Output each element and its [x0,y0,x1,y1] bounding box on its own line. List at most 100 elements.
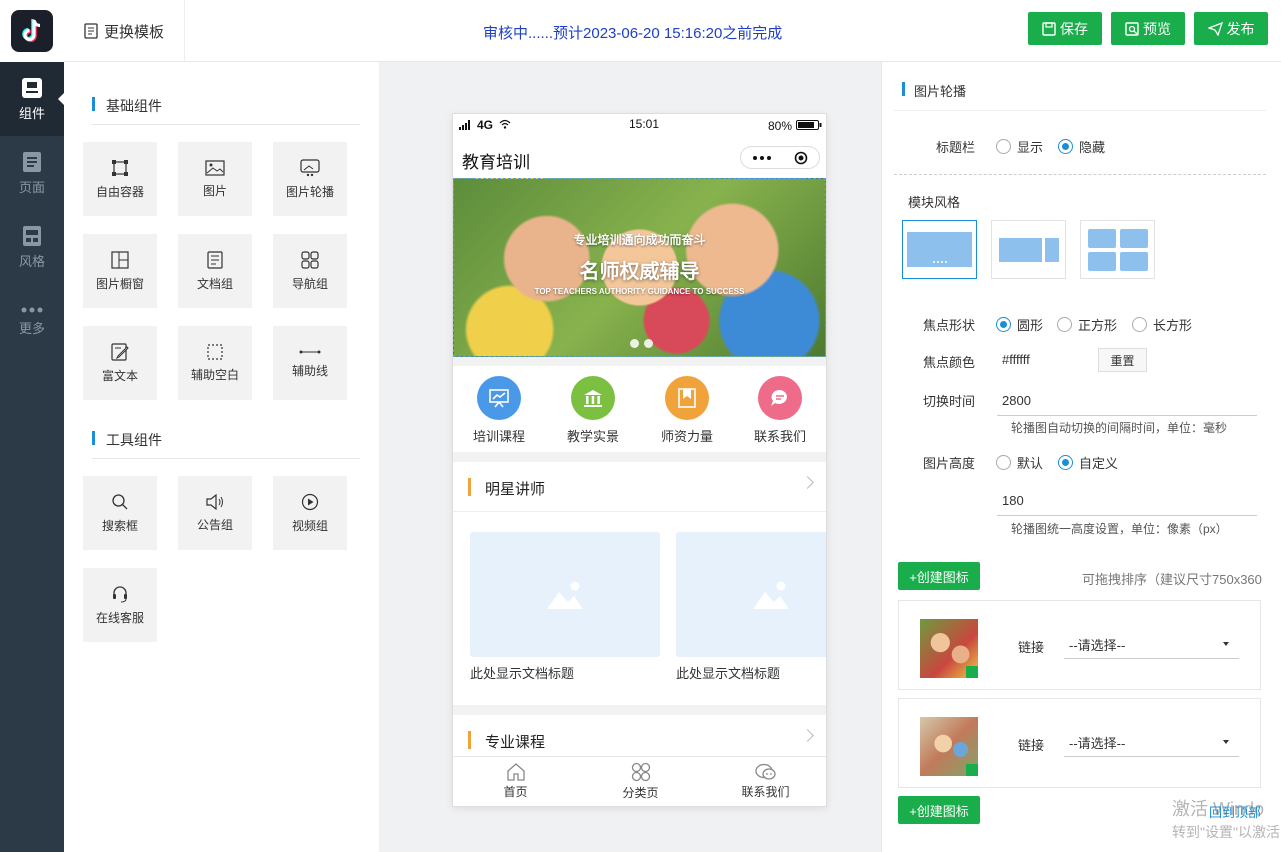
tile-divider-line[interactable]: 辅助线 [273,326,347,400]
radio-circle [996,317,1011,332]
tile-image-carousel[interactable]: 图片轮播 [273,142,347,216]
style-double-icon [998,237,1059,262]
focus-color-label: 焦点颜色 [923,355,976,370]
nav-item-faculty[interactable]: 师资力量 [647,376,727,445]
publish-button[interactable]: 发布 [1194,12,1268,45]
shape-square-radio[interactable]: 正方形 [1057,315,1117,334]
tiktok-logo-icon [11,10,53,52]
more-dots-icon [752,155,771,160]
tab-label: 首页 [503,785,528,799]
nav-item-contact[interactable]: 联系我们 [740,376,820,445]
top-bar: 更换模板 审核中......预计2023-06-20 15:16:20之前完成 … [64,0,1281,62]
tile-rich-text[interactable]: 富文本 [83,326,157,400]
carousel-image-item[interactable]: 链接 --请选择-- [898,600,1261,690]
tile-document-group[interactable]: 文档组 [178,234,252,308]
caret-down-icon [1223,740,1229,744]
tile-notice-group[interactable]: 公告组 [178,476,252,550]
tile-online-service[interactable]: 在线客服 [83,568,157,642]
carousel-thumbnail[interactable] [920,717,978,776]
style-icon [23,225,41,246]
style-option-single[interactable] [902,220,977,279]
change-template-label: 更换模板 [103,23,164,41]
section-title: 专业课程 [485,734,546,751]
shape-circle-radio[interactable]: 圆形 [996,315,1043,334]
switch-time-hint: 轮播图自动切换的间隔时间，单位：毫秒 [1011,421,1228,435]
link-select[interactable]: --请选择-- [1064,727,1239,757]
carousel-dot[interactable] [630,339,639,348]
document-card[interactable]: 此处显示文档标题 [676,532,826,682]
review-status: 审核中......预计2023-06-20 15:16:20之前完成 [483,25,783,42]
carousel-dot[interactable] [644,339,653,348]
save-label: 保存 [1060,20,1088,37]
create-icon-button[interactable]: +创建图标 [898,562,980,590]
radio-circle [1132,317,1147,332]
radio-label: 隐藏 [1079,140,1106,155]
banner-carousel[interactable]: 专业培训通向成功而奋斗 名师权威辅导 TOP TEACHERS AUTHORIT… [453,178,826,357]
height-custom-radio[interactable]: 自定义 [1058,453,1118,472]
settings-panel: 图片轮播 标题栏 显示 隐藏 模块风格 焦点形状 圆形 正方形 长方形 焦点颜色… [881,62,1281,852]
section-star-teachers[interactable]: 明星讲师 [453,462,826,512]
rail-label: 更多 [18,320,45,336]
shape-rect-radio[interactable]: 长方形 [1132,315,1192,334]
change-template-button[interactable]: 更换模板 [64,0,185,62]
rail-item-more[interactable]: 更多 [0,284,64,358]
battery-percent: 80% [768,119,793,133]
home-icon [506,763,525,781]
radio-label: 显示 [1017,140,1044,155]
link-select-value: --请选择-- [1069,638,1126,653]
rail-item-style[interactable]: 风格 [0,210,64,284]
tile-nav-group[interactable]: 导航组 [273,234,347,308]
save-button[interactable]: 保存 [1028,12,1102,45]
back-to-top-link[interactable]: 回到顶部 [1209,802,1261,821]
image-height-input[interactable]: 180 [997,486,1257,516]
tile-image[interactable]: 图片 [178,142,252,216]
radio-label: 圆形 [1017,318,1044,333]
style-single-icon [907,232,972,267]
tab-contact[interactable]: 联系我们 [703,757,826,806]
link-label: 链接 [1018,640,1045,655]
play-icon [301,493,319,510]
nav-item-label: 教学实景 [566,429,619,444]
tile-video-group[interactable]: 视频组 [273,476,347,550]
rail-item-component[interactable]: 组件 [0,62,65,136]
divider [894,174,1266,175]
app-logo[interactable] [0,0,64,62]
document-card[interactable]: 此处显示文档标题 [470,532,660,682]
category-icon [631,762,650,782]
tile-image-showcase[interactable]: 图片橱窗 [83,234,157,308]
nav-item-courses[interactable]: 培训课程 [459,376,539,445]
phone-nav-bar: 教育培训 [453,136,826,178]
tile-free-container[interactable]: 自由容器 [83,142,157,216]
grid-icon [301,250,319,269]
tile-search-box[interactable]: 搜索框 [83,476,157,550]
reset-button[interactable]: 重置 [1098,348,1147,372]
tile-spacer[interactable]: 辅助空白 [178,326,252,400]
image-icon [205,159,225,176]
free-container-icon [112,159,128,176]
style-option-double[interactable] [991,220,1066,279]
tab-category[interactable]: 分类页 [578,757,703,806]
rail-label: 风格 [18,253,45,269]
carousel-thumbnail[interactable] [920,619,978,678]
tab-home[interactable]: 首页 [453,757,578,806]
rail-label: 页面 [18,179,45,195]
title-bar-hide-radio[interactable]: 隐藏 [1058,137,1105,156]
create-icon-button[interactable]: +创建图标 [898,796,980,824]
nav-item-teaching[interactable]: 教学实景 [553,376,633,445]
carousel-image-item[interactable]: 链接 --请选择-- [898,698,1261,788]
title-bar-show-radio[interactable]: 显示 [996,137,1043,156]
link-select-value: --请选择-- [1069,736,1126,751]
style-option-grid[interactable] [1080,220,1155,279]
nav-item-label: 师资力量 [660,429,713,444]
height-default-radio[interactable]: 默认 [996,453,1043,472]
tile-label: 辅助空白 [190,367,239,382]
mini-program-capsule[interactable] [740,146,820,169]
rail-item-page[interactable]: 页面 [0,136,64,210]
link-select[interactable]: --请选择-- [1064,629,1239,659]
action-buttons: 保存 预览 发布 [1028,12,1268,45]
tab-label: 分类页 [622,786,659,800]
tab-label: 联系我们 [741,785,790,799]
preview-button[interactable]: 预览 [1111,12,1185,45]
switch-time-input[interactable]: 2800 [997,386,1257,416]
switch-time-label: 切换时间 [923,394,976,409]
